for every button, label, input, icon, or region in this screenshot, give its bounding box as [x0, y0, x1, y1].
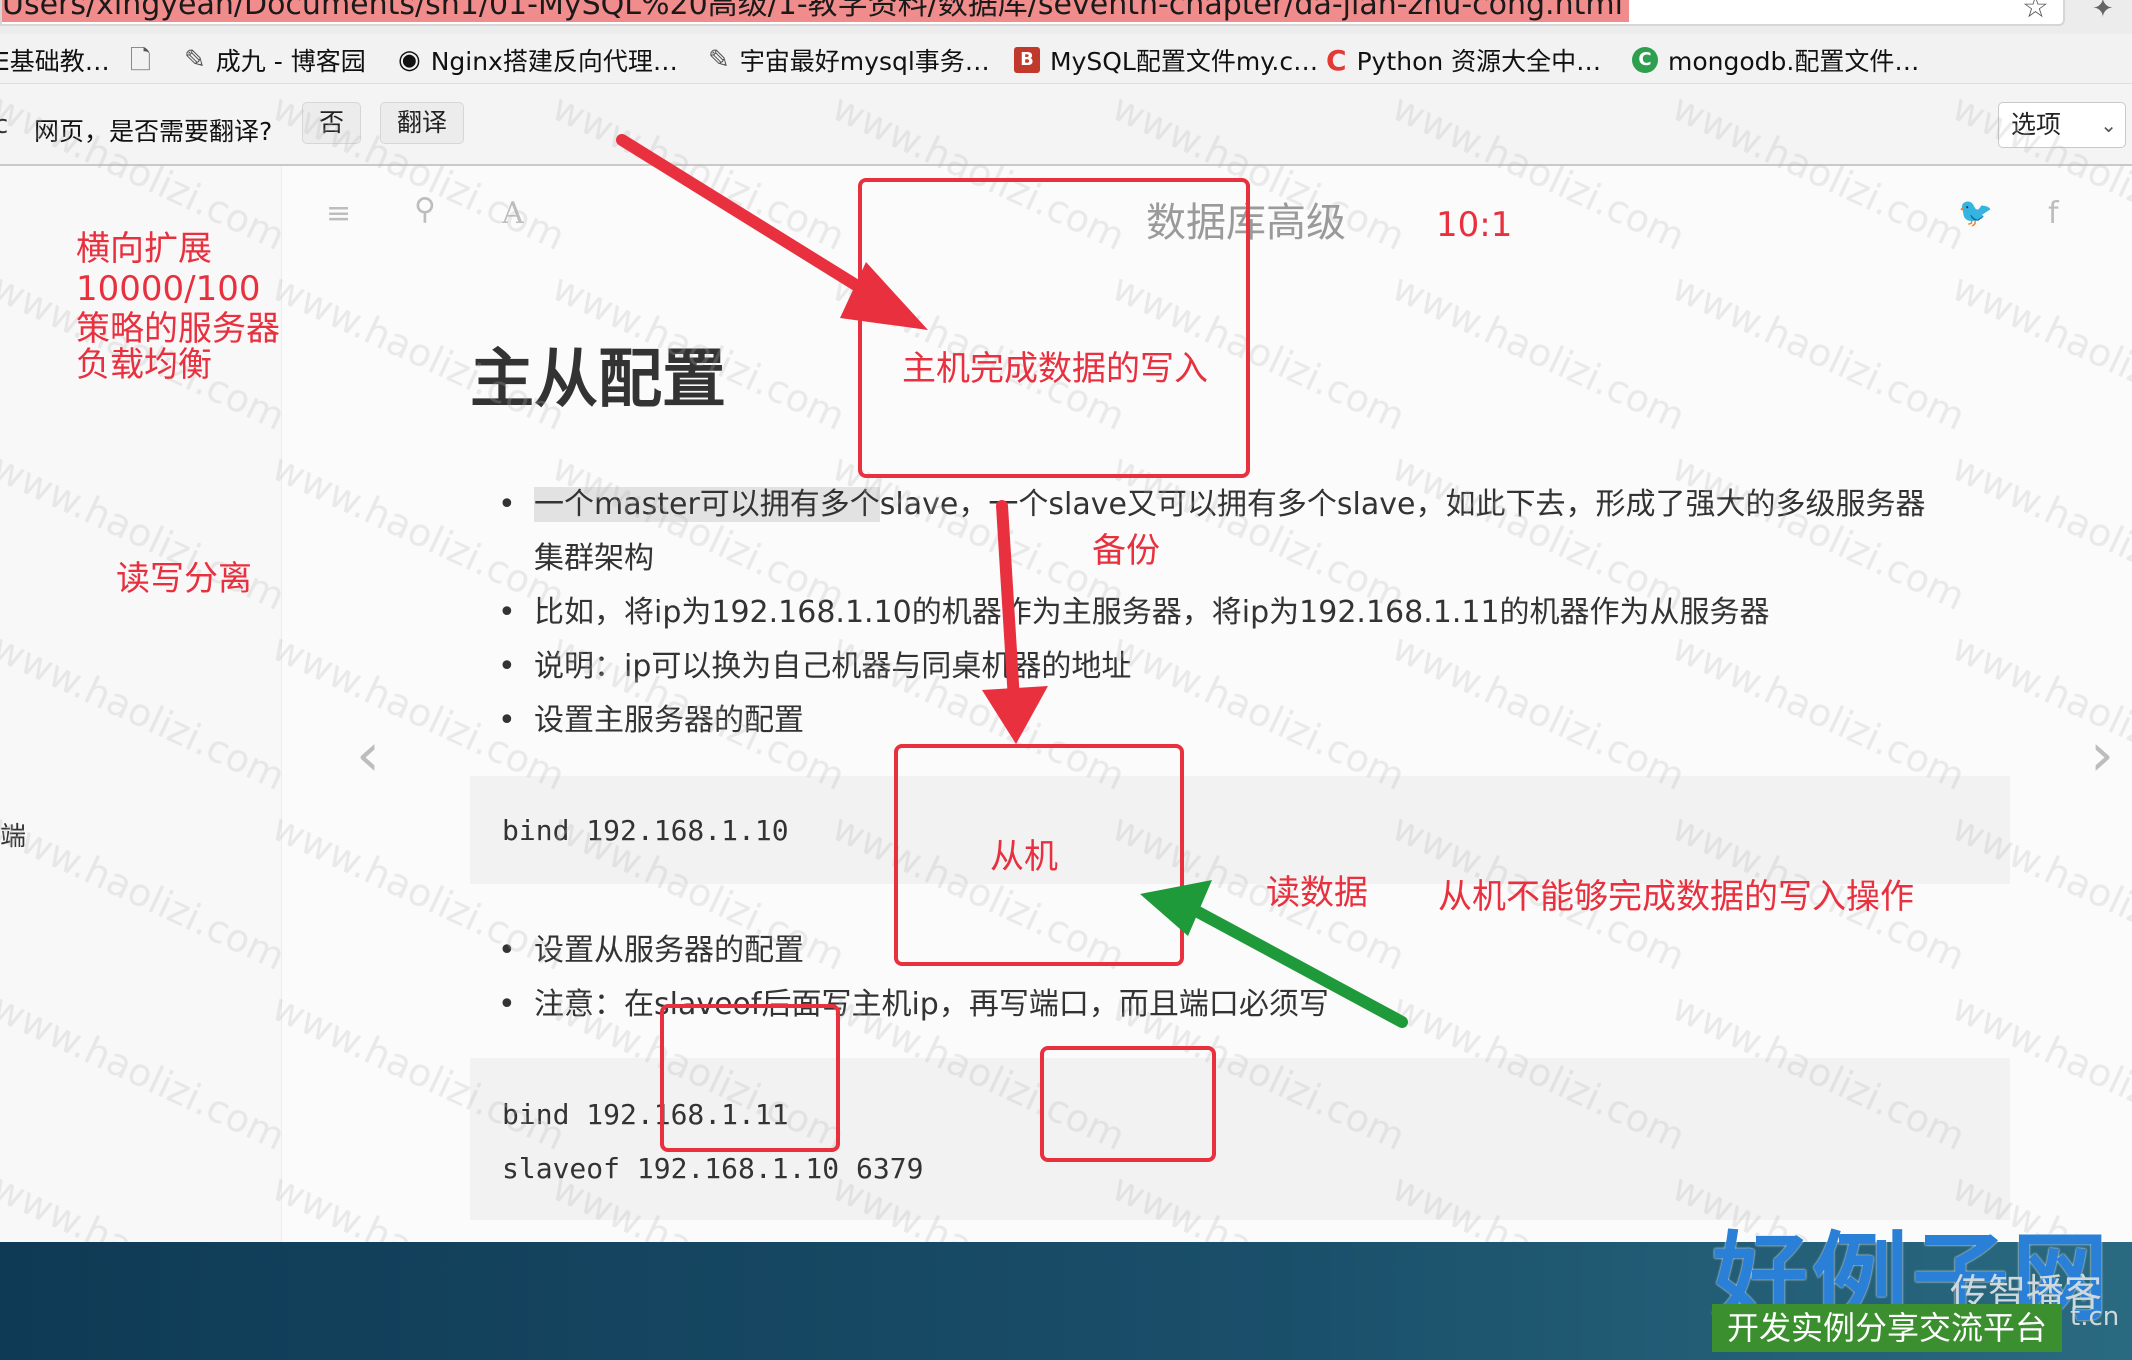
twitter-icon[interactable]: 🐦	[1958, 196, 1993, 229]
translate-bar: c 网页，是否需要翻译? 否 翻译 选项 ⌄	[0, 84, 2132, 166]
bullet-text: slave，一个slave又可以拥有多个slave，如此下去，形成了强大的多级服…	[879, 487, 1926, 522]
watermark-text: www.haolizi.com	[1665, 625, 1972, 799]
prev-page-arrow-icon[interactable]: ‹	[356, 720, 380, 790]
page-heading: 主从配置	[470, 343, 726, 417]
bookmark-label: 成九 - 博客园	[215, 47, 366, 76]
facebook-icon[interactable]: f	[2048, 196, 2059, 231]
bookmark-item[interactable]: ✎ 宇宙最好mysql事务…	[708, 42, 990, 78]
translate-icon: c	[0, 110, 9, 140]
bookmarks-bar: E基础教… 🗋 ✎ 成九 - 博客园 ◉ Nginx搭建反向代理… ✎ 宇宙最好…	[0, 34, 2132, 84]
list-item: 设置主服务器的配置	[498, 694, 804, 748]
csdn-icon: C	[1326, 43, 1347, 77]
list-item: 比如，将ip为192.168.1.10的机器作为主服务器，将ip为192.168…	[498, 586, 1770, 640]
bookmark-label: Python 资源大全中…	[1356, 47, 1602, 76]
code-line: bind 192.168.1.10	[502, 814, 789, 847]
github-icon: ◉	[398, 45, 421, 75]
annotation-load-balance: 负载均衡	[76, 345, 212, 385]
port-highlight-box	[1040, 1046, 1216, 1162]
options-label: 选项	[2011, 110, 2062, 139]
watermark-text: www.haolizi.com	[1945, 445, 2132, 619]
blog-icon: ✎	[184, 45, 206, 75]
document-icon: 🗋	[130, 46, 151, 76]
annotation-strategy-server: 策略的服务器	[76, 309, 280, 349]
highlighted-text: 一个master可以拥有多个	[534, 487, 880, 522]
watermark-text: www.haolizi.com	[1385, 625, 1692, 799]
bookmark-item[interactable]: ✎ 成九 - 博客园	[184, 42, 366, 78]
bookmark-item[interactable]: B MySQL配置文件my.c…	[1014, 42, 1318, 78]
master-box	[858, 178, 1250, 478]
annotation-ratio-10-1: 10:1	[1436, 205, 1513, 245]
chevron-down-icon: ⌄	[2100, 113, 2117, 137]
list-item: 注意：在slaveof后面写主机ip，再写端口，而且端口必须写	[498, 978, 1329, 1032]
watermark-text: www.haolizi.com	[1665, 265, 1972, 439]
list-item: 说明：ip可以换为自己机器与同桌机器的地址	[498, 640, 1132, 694]
annotation-read-data: 读数据	[1266, 873, 1368, 913]
options-select[interactable]: 选项 ⌄	[1998, 102, 2126, 148]
extension-icon[interactable]: ✦	[2092, 0, 2114, 24]
annotation-slave-cannot-write: 从机不能够完成数据的写入操作	[1438, 877, 1914, 917]
bookmark-item[interactable]: E基础教…	[0, 42, 110, 78]
annotation-slave: 从机	[990, 837, 1058, 877]
no-translate-button[interactable]: 否	[302, 102, 362, 144]
bookmark-label: MySQL配置文件my.c…	[1050, 47, 1319, 76]
bullet-text: 说明：ip可以换为自己机器与同桌机器的地址	[534, 649, 1132, 684]
brand-tagline: 开发实例分享交流平台	[1712, 1304, 2062, 1352]
blog-icon: ✎	[708, 45, 730, 75]
translate-button[interactable]: 翻译	[380, 102, 465, 144]
bookmark-item[interactable]: ◉ Nginx搭建反向代理…	[398, 42, 678, 78]
list-item: 设置从服务器的配置	[498, 924, 804, 978]
bullet-text: 设置从服务器的配置	[534, 933, 804, 968]
url-field[interactable]: Users/xingyean/Documents/sh1/01-MySQL%20…	[0, 0, 2065, 26]
annotation-ratio: 10000/100	[76, 269, 261, 309]
annotation-horizontal-scaling: 横向扩展	[76, 229, 212, 269]
address-bar: Users/xingyean/Documents/sh1/01-MySQL%20…	[0, 0, 2132, 34]
menu-icon[interactable]: ≡	[326, 196, 351, 231]
search-icon[interactable]: ⚲	[414, 192, 436, 227]
watermark-text: www.haolizi.com	[1945, 265, 2132, 439]
font-icon[interactable]: A	[502, 196, 524, 231]
c-icon: C	[1632, 47, 1658, 73]
bullet-text: 注意：在slaveof后面写主机ip，再写端口，而且端口必须写	[534, 987, 1329, 1022]
bookmark-label: mongodb.配置文件…	[1668, 47, 1920, 76]
annotation-backup: 备份	[1092, 531, 1160, 571]
jb-icon: B	[1014, 47, 1040, 73]
watermark-text: www.haolizi.com	[1385, 265, 1692, 439]
list-item-continuation: 集群架构	[534, 532, 654, 586]
bullet-text: 设置主服务器的配置	[534, 703, 804, 738]
bookmark-label: Nginx搭建反向代理…	[430, 47, 678, 76]
bookmark-item[interactable]: C Python 资源大全中…	[1326, 42, 1601, 78]
watermark-text: www.haolizi.com	[265, 445, 572, 619]
bullet-text: 比如，将ip为192.168.1.10的机器作为主服务器，将ip为192.168…	[534, 595, 1770, 630]
translate-prompt: 网页，是否需要翻译?	[34, 117, 273, 146]
annotation-master-writes: 主机完成数据的写入	[902, 349, 1208, 389]
bookmark-label: E基础教…	[0, 47, 110, 76]
bookmark-item[interactable]: C mongodb.配置文件…	[1632, 42, 1919, 78]
ip-highlight-box	[660, 1004, 840, 1152]
list-item: 一个master可以拥有多个slave，一个slave又可以拥有多个slave，…	[498, 478, 1926, 532]
watermark-text: www.haolizi.com	[265, 625, 572, 799]
bullet-text: 集群架构	[534, 541, 654, 576]
brand-domain-fragment: t.cn	[2070, 1302, 2120, 1332]
url-text[interactable]: Users/xingyean/Documents/sh1/01-MySQL%20…	[2, 0, 1629, 22]
code-line: slaveof 192.168.1.10 6379	[502, 1152, 924, 1185]
annotation-rw-split: 读写分离	[116, 559, 252, 599]
bookmark-item[interactable]: 🗋	[130, 42, 151, 86]
bookmark-star-icon[interactable]: ☆	[2022, 0, 2049, 25]
bookmark-label: 宇宙最好mysql事务…	[739, 47, 990, 76]
sidebar-text-fragment[interactable]: 端	[0, 816, 26, 853]
browser-window: Users/xingyean/Documents/sh1/01-MySQL%20…	[0, 0, 2132, 1360]
next-page-arrow-icon[interactable]: ›	[2090, 720, 2114, 790]
